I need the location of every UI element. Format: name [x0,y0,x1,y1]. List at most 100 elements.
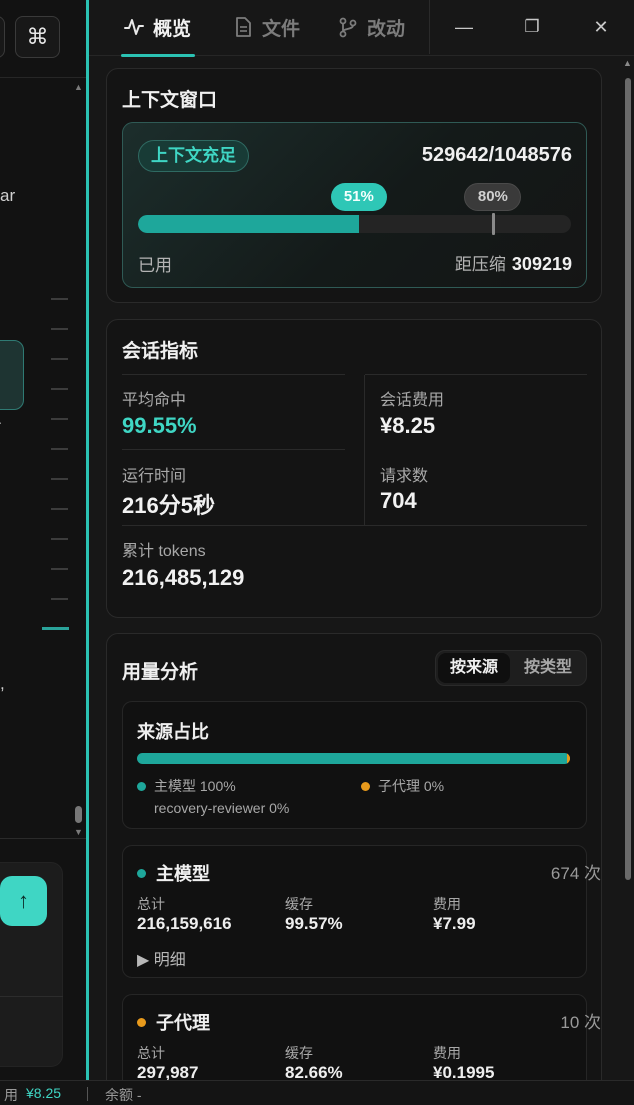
used-label: 已用 [138,256,172,275]
scroll-up-icon[interactable]: ▲ [74,82,83,92]
compress-remaining: 距压缩 309219 [455,250,572,275]
timeline-tick[interactable] [51,388,68,390]
context-progress-bar [138,215,571,233]
cache-label: 缓存 [285,896,313,912]
session-cost-value: ¥8.25 [380,413,436,438]
file-icon [236,17,251,37]
overview-panel: 概览 文件 改动 — ❐ ✕ ▲ 上下文窗口 上下文充足 529642/1048… [89,0,634,1080]
scroll-down-icon[interactable]: ▼ [74,827,83,837]
subagent-share-segment [567,753,570,764]
legend-label: 子代理 0% [378,778,445,794]
tab-files[interactable]: 文件 [232,12,300,42]
model-color-dot [137,868,146,878]
cache-value: 99.57% [285,914,343,933]
scrollbar-thumb[interactable] [75,806,82,823]
model-color-dot [137,1017,146,1027]
text-fragment: · [0,414,3,430]
total-value: 297,987 [137,1063,199,1080]
status-badge: 上下文充足 [138,140,249,172]
restore-icon[interactable]: ❐ [519,14,545,40]
legend-item-main-model: 主模型 100% [137,776,236,796]
tab-overview[interactable]: 概览 [123,12,191,42]
legend-label: 主模型 100% [154,778,236,794]
activity-icon [124,19,144,35]
timeline-tick[interactable] [51,358,68,360]
timeline-tick[interactable] [51,298,68,300]
legend-item-recovery-reviewer: recovery-reviewer 0% [154,800,289,816]
timeline-tick[interactable] [51,508,68,510]
timeline-tick-active[interactable] [42,627,69,630]
minimize-icon[interactable]: — [451,14,477,40]
cache-value: 82.66% [285,1063,343,1080]
close-icon[interactable]: ✕ [588,14,614,40]
timeline-tick[interactable] [51,568,68,570]
compress-value: 309219 [511,254,572,274]
compress-label: 距压缩 [454,255,506,274]
context-progress-fill [138,215,359,233]
divider [122,374,345,375]
message-card[interactable] [0,340,24,410]
legend-dot [137,781,146,791]
subagent-name: 子代理 [137,1009,210,1035]
total-tokens-value: 216,485,129 [122,565,245,590]
arrow-up-icon: ↑ [18,888,29,913]
main-model-name: 主模型 [137,860,210,886]
status-bar: 用 ¥8.25 余额 - [0,1080,634,1105]
details-toggle[interactable]: ▶ 明细 [137,946,186,970]
timeline-tick[interactable] [51,418,68,420]
status-cost-value: ¥8.25 [26,1085,62,1101]
toolbar-button[interactable] [0,16,5,58]
token-usage-count: 529642/1048576 [421,144,572,166]
divider [364,375,365,525]
context-window-title: 上下文窗口 [122,90,218,111]
tab-bar: 概览 文件 改动 — ❐ ✕ [89,0,634,57]
timeline-tick[interactable] [51,598,68,600]
text-fragment: ar [0,186,16,205]
divider [429,0,430,54]
avg-hit-value: 99.55% [122,413,197,438]
tab-changes[interactable]: 改动 [337,12,405,42]
divider [122,525,587,526]
compress-threshold-marker [492,213,496,235]
session-metrics-title: 会话指标 [122,341,199,362]
send-button[interactable]: ↑ [0,876,47,926]
total-tokens-label: 累计 tokens [122,543,206,560]
toggle-by-source[interactable]: 按来源 [438,653,510,683]
cost-label: 费用 [433,896,461,912]
tab-label: 概览 [153,18,192,40]
scrollbar-thumb[interactable] [625,78,631,880]
legend-dot [361,781,370,791]
cost-value: ¥7.99 [433,914,476,933]
model-label: 子代理 [156,1013,210,1033]
divider [365,374,587,375]
timeline-tick[interactable] [51,538,68,540]
divider [0,838,88,839]
tab-label: 文件 [262,18,301,40]
divider [122,449,345,450]
cache-label: 缓存 [285,1045,313,1061]
timeline-tick[interactable] [51,328,68,330]
status-balance: 余额 - [105,1087,142,1103]
source-share-title: 来源占比 [137,722,209,742]
avg-hit-label: 平均命中 [122,392,187,409]
used-percent-pill: 51% [330,183,387,211]
command-icon[interactable]: ⌘ [15,16,60,58]
source-share-bar [137,753,570,764]
runtime-label: 运行时间 [122,468,187,485]
divider [0,996,63,997]
session-cost-label: 会话费用 [380,392,445,409]
left-sidebar: ⌘ ▲ ar · , ▼ ↑ [0,0,88,1080]
cost-label: 费用 [433,1045,461,1061]
usage-analysis-title: 用量分析 [122,662,199,683]
total-label: 总计 [137,1045,165,1061]
status-cost-label: 用 [4,1087,18,1103]
compress-threshold-pill: 80% [464,183,522,211]
timeline-tick[interactable] [51,448,68,450]
left-toolbar: ⌘ [0,0,88,78]
timeline-tick[interactable] [51,478,68,480]
toggle-by-type[interactable]: 按类型 [512,653,584,683]
divider [87,1087,88,1101]
scroll-up-icon[interactable]: ▲ [623,58,632,68]
legend-label: recovery-reviewer 0% [154,800,290,816]
active-tab-indicator [121,54,195,57]
